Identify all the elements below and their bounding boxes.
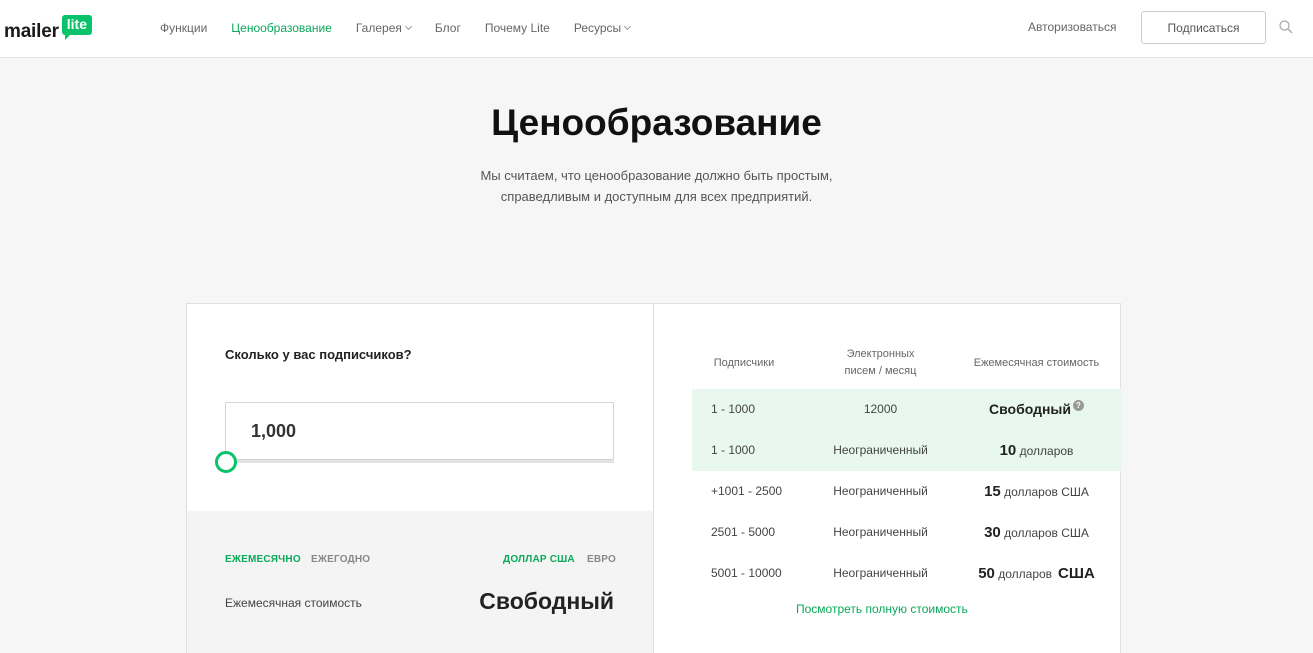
row-range: 2501 - 5000 xyxy=(711,525,776,539)
price-text: долларов США xyxy=(1004,526,1089,540)
column-header-monthly-cost: Ежемесячная стоимость xyxy=(973,357,1100,369)
logo-badge: lite xyxy=(61,15,93,40)
nav-item-pricing[interactable]: Ценообразование xyxy=(231,21,332,35)
cost-summary: ЕЖЕМЕСЯЧНО ЕЖЕГОДНО ДОЛЛАР США ЕВРО Ежем… xyxy=(187,511,653,653)
site-header: mailer lite Функции Ценообразование Гале… xyxy=(0,0,1313,58)
nav-item-why-lite[interactable]: Почему Lite xyxy=(485,21,550,35)
logo-text: mailer xyxy=(4,21,59,42)
billing-yearly-toggle[interactable]: ЕЖЕГОДНО xyxy=(311,554,370,565)
table-row: 2501 - 5000 Неограниченный 30 долларов С… xyxy=(692,512,1121,553)
table-row: 1 - 1000 12000 Свободный? xyxy=(692,389,1121,430)
mailerlite-logo[interactable]: mailer lite xyxy=(4,15,93,43)
price-text: долларов xyxy=(998,567,1053,581)
pricing-table: Подписчики Электронных писем / месяц Еже… xyxy=(654,304,1121,653)
row-emails: Неограниченный xyxy=(833,566,928,580)
row-range: 1 - 1000 xyxy=(711,402,756,416)
row-price: 10 долларов xyxy=(962,430,1111,471)
row-emails: 12000 xyxy=(863,402,898,416)
login-link[interactable]: Авторизоваться xyxy=(1028,20,1116,34)
nav-item-gallery[interactable]: Галерея xyxy=(356,21,412,35)
page-subtitle: Мы считаем, что ценообразование должно б… xyxy=(480,168,833,204)
row-range: +1001 - 2500 xyxy=(711,484,783,498)
subscribers-input[interactable] xyxy=(225,402,614,460)
subscribers-slider-track[interactable] xyxy=(227,460,614,463)
table-row: +1001 - 2500 Неограниченный 15 долларов … xyxy=(692,471,1121,512)
pricing-calculator: Сколько у вас подписчиков? ЕЖЕМЕСЯЧНО ЕЖ… xyxy=(187,304,654,653)
full-pricing-link[interactable]: Посмотреть полную стоимость xyxy=(796,602,968,616)
help-icon[interactable]: ? xyxy=(1073,400,1084,411)
currency-eur-toggle[interactable]: ЕВРО xyxy=(587,554,616,565)
price-text: долларов xyxy=(1019,444,1074,458)
nav-item-blog[interactable]: Блог xyxy=(435,21,461,35)
row-emails: Неограниченный xyxy=(833,443,928,457)
row-price: Свободный? xyxy=(962,389,1111,430)
search-icon[interactable] xyxy=(1279,20,1293,34)
pricing-card: Сколько у вас подписчиков? ЕЖЕМЕСЯЧНО ЕЖ… xyxy=(186,303,1121,653)
subscribers-question: Сколько у вас подписчиков? xyxy=(225,347,412,362)
chevron-down-icon xyxy=(404,22,412,31)
price-number: 10 xyxy=(999,442,1017,459)
row-emails: Неограниченный xyxy=(833,484,928,498)
currency-usd-toggle[interactable]: ДОЛЛАР США xyxy=(503,554,575,565)
column-header-emails: Электронных писем / месяц xyxy=(844,348,917,377)
subscribers-slider-handle[interactable] xyxy=(215,451,237,473)
column-header-subscribers: Подписчики xyxy=(713,357,775,369)
price-number: 50 xyxy=(978,565,995,582)
monthly-cost-label: Ежемесячная стоимость xyxy=(225,596,362,610)
table-row: 1 - 1000 Неограниченный 10 долларов xyxy=(692,430,1121,471)
price-number: 30 xyxy=(984,524,1001,541)
row-price: 30 долларов США xyxy=(962,512,1111,553)
row-range: 1 - 1000 xyxy=(711,443,756,457)
table-row: 5001 - 10000 Неограниченный 50 долларов С… xyxy=(692,553,1121,594)
monthly-cost-value: Свободный xyxy=(479,588,614,614)
row-range: 5001 - 10000 xyxy=(711,566,782,580)
price-text: Свободный xyxy=(988,401,1071,417)
row-emails: Неограниченный xyxy=(833,525,928,539)
billing-monthly-toggle[interactable]: ЕЖЕМЕСЯЧНО xyxy=(225,554,301,565)
main-nav: Функции Ценообразование Галерея Блог Поч… xyxy=(160,21,654,35)
chevron-down-icon xyxy=(624,22,632,31)
nav-item-resources[interactable]: Ресурсы xyxy=(574,21,632,35)
row-price: 15 долларов США xyxy=(962,471,1111,512)
row-price: 50 долларов США xyxy=(962,553,1111,594)
nav-item-features[interactable]: Функции xyxy=(160,21,207,35)
price-number: 15 xyxy=(984,483,1001,500)
signup-button[interactable]: Подписаться xyxy=(1141,11,1266,44)
price-currency-suffix: США xyxy=(1058,565,1095,582)
page-title: Ценообразование xyxy=(491,102,822,143)
price-text: долларов США xyxy=(1004,485,1089,499)
